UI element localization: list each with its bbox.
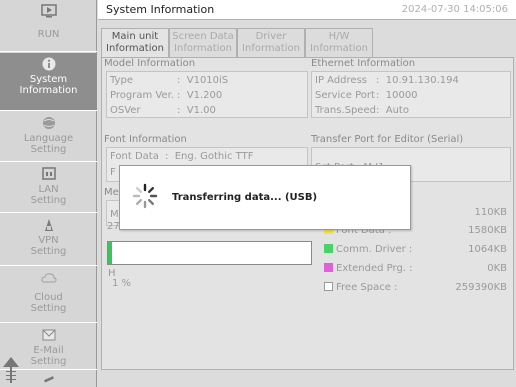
- email-icon: [42, 329, 55, 341]
- loading-spinner-icon: [132, 183, 158, 209]
- os-version-label: OSVer: [110, 105, 141, 116]
- os-version-text: V1.00: [186, 105, 216, 116]
- ethernet-information-box: IP Address : 10.91.130.194 Service Port …: [311, 71, 511, 118]
- sidebar-item-label: System Information: [19, 74, 78, 96]
- sidebar-item-cloud-setting[interactable]: Cloud Setting: [0, 267, 97, 323]
- legend-comm-driver: Comm. Driver :: [324, 244, 412, 255]
- sidebar-item-lan-setting[interactable]: LAN Setting: [0, 163, 97, 213]
- legend-value-comm-driver: 1064KB: [468, 244, 507, 255]
- font-data-text: Eng. Gothic TTF: [174, 151, 254, 162]
- legend-comm-driver-label: Comm. Driver :: [336, 244, 413, 255]
- extended-prg-swatch: [324, 263, 333, 272]
- ethernet-information-heading: Ethernet Information: [311, 58, 416, 69]
- scroll-up-arrow-icon[interactable]: [2, 355, 20, 385]
- legend-value-extended-prg: 0KB: [487, 263, 507, 274]
- legend-value-font-data: 1580KB: [468, 225, 507, 236]
- tool-icon: [43, 376, 54, 383]
- lan-icon: [41, 167, 56, 180]
- transfer-port-heading: Transfer Port for Editor (Serial): [311, 134, 464, 145]
- font-partial-row: F: [110, 167, 116, 178]
- ip-address-label: IP Address: [315, 75, 367, 86]
- transfer-dialog: Transferring data... (USB): [119, 165, 411, 230]
- font-data-value: : Eng. Gothic TTF: [165, 151, 254, 162]
- sidebar-item-label: Cloud Setting: [30, 292, 67, 314]
- legend-free-space: Free Space :: [324, 282, 397, 293]
- sidebar-item-label: RUN: [37, 29, 60, 40]
- sidebar-item-label: Language Setting: [23, 133, 74, 155]
- cloud-icon: [40, 273, 57, 283]
- tab-driver-information[interactable]: Driver Information: [237, 28, 305, 58]
- font-data-label: Font Data: [110, 151, 159, 162]
- legend-free-space-label: Free Space :: [336, 282, 398, 293]
- program-version-value: : V1.200: [177, 90, 223, 101]
- memory-partial-row: M: [110, 209, 119, 220]
- monitor-icon: [40, 4, 57, 18]
- tab-screen-data-information[interactable]: Screen Data Information: [169, 28, 237, 58]
- memory-usage-bar-fill: [108, 242, 113, 264]
- model-information-heading: Model Information: [104, 58, 196, 69]
- sidebar-item-label: E-Mail Setting: [30, 345, 67, 367]
- trans-speed-text: Auto: [385, 105, 409, 116]
- tab-hw-information[interactable]: H/W Information: [305, 28, 373, 58]
- sidebar-item-label: VPN Setting: [30, 235, 67, 257]
- service-port-value: : 10000: [376, 90, 418, 101]
- ip-address-value: : 10.91.130.194: [376, 75, 459, 86]
- sidebar-item-run[interactable]: RUN: [0, 0, 97, 52]
- sidebar-item-vpn-setting[interactable]: VPN Setting: [0, 214, 97, 266]
- sidebar: RUN System Information Language Setting …: [0, 0, 97, 387]
- header-bar: System Information 2024-07-30 14:05:06: [98, 0, 516, 20]
- info-icon: [42, 57, 55, 71]
- legend-extended-prg-label: Extended Prg. :: [336, 263, 413, 274]
- service-port-text: 10000: [385, 90, 418, 101]
- comm-driver-swatch: [324, 244, 333, 253]
- transfer-message: Transferring data... (USB): [172, 192, 318, 203]
- memory-percent-label: 1 %: [112, 278, 132, 289]
- program-version-text: V1.200: [186, 90, 223, 101]
- model-information-box: Type : V1010iS Program Ver. : V1.200 OSV…: [106, 71, 308, 118]
- trans-speed-label: Trans.Speed: [315, 105, 376, 116]
- service-port-label: Service Port: [315, 90, 375, 101]
- font-information-heading: Font Information: [104, 134, 187, 145]
- ip-address-text: 10.91.130.194: [385, 75, 459, 86]
- memory-information-heading: Me: [104, 187, 119, 198]
- trans-speed-value: : Auto: [376, 105, 409, 116]
- sidebar-item-system-information[interactable]: System Information: [0, 53, 97, 111]
- tab-bar: Main unit Information Screen Data Inform…: [101, 28, 373, 59]
- tab-main-unit-information[interactable]: Main unit Information: [101, 28, 169, 59]
- legend-value-0: 110KB: [474, 207, 507, 218]
- os-version-value: : V1.00: [177, 105, 216, 116]
- datetime-display: 2024-07-30 14:05:06: [401, 4, 508, 15]
- legend-extended-prg: Extended Prg. :: [324, 263, 413, 274]
- sidebar-item-language-setting[interactable]: Language Setting: [0, 112, 97, 162]
- memory-usage-bar: [107, 241, 312, 265]
- free-space-swatch: [324, 282, 333, 291]
- sidebar-item-label: LAN Setting: [30, 184, 67, 206]
- program-version-label: Program Ver.: [110, 90, 174, 101]
- globe-icon: [42, 117, 55, 129]
- vpn-icon: [44, 219, 53, 231]
- page-title: System Information: [106, 3, 215, 16]
- type-value: : V1010iS: [177, 75, 229, 86]
- type-value-text: V1010iS: [186, 75, 229, 86]
- legend-value-free-space: 259390KB: [455, 282, 507, 293]
- type-label: Type: [110, 75, 133, 86]
